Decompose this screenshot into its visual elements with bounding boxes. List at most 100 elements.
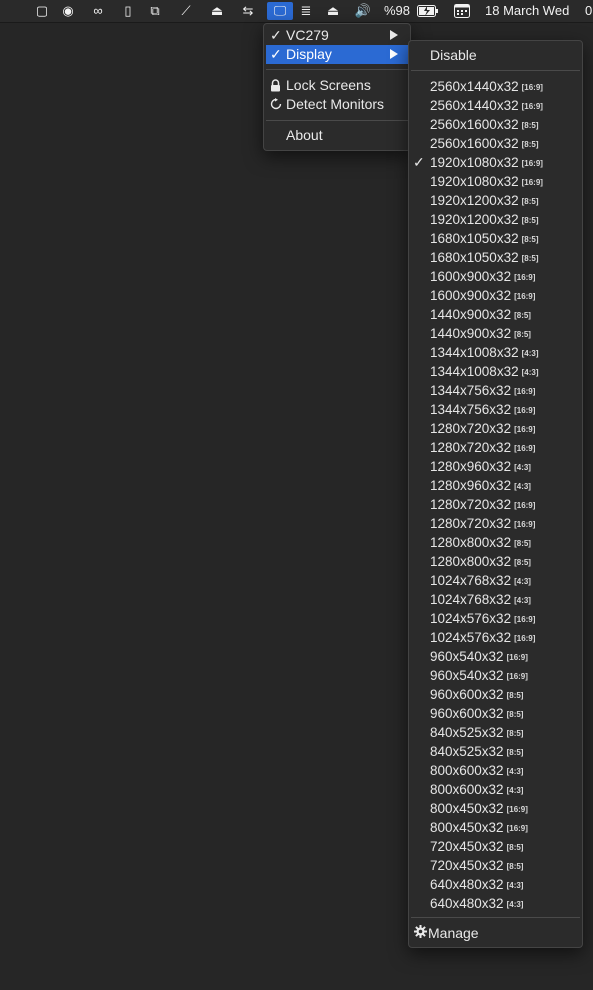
- resolution-value: 1920x1080x32: [430, 155, 519, 170]
- resolution-item[interactable]: 1024x576x32 [16:9]: [409, 609, 582, 628]
- battery-percentage[interactable]: %98: [384, 3, 410, 18]
- aspect-ratio-label: [16:9]: [521, 159, 543, 168]
- resolution-text: 1280x960x32 [4:3]: [430, 457, 531, 477]
- resolution-value: 1280x720x32: [430, 497, 512, 512]
- resolution-item[interactable]: 1280x800x32 [8:5]: [409, 552, 582, 571]
- menu-item-manage[interactable]: Manage: [414, 924, 479, 942]
- resolution-text: 1344x1008x32 [4:3]: [430, 362, 538, 382]
- resolution-item[interactable]: 2560x1600x32 [8:5]: [409, 115, 582, 134]
- resolution-item[interactable]: 1920x1200x32 [8:5]: [409, 191, 582, 210]
- aspect-ratio-label: [16:9]: [514, 387, 536, 396]
- resolution-text: 960x540x32 [16:9]: [430, 647, 528, 667]
- resolution-item[interactable]: 800x450x32 [16:9]: [409, 799, 582, 818]
- resolution-item[interactable]: 1344x1008x32 [4:3]: [409, 362, 582, 381]
- resolution-item[interactable]: 1280x720x32 [16:9]: [409, 438, 582, 457]
- menubar-date[interactable]: 18 March Wed: [485, 3, 569, 18]
- aspect-ratio-label: [4:3]: [514, 463, 531, 472]
- resolution-text: 1440x900x32 [8:5]: [430, 324, 531, 344]
- resolution-item[interactable]: 720x450x32 [8:5]: [409, 856, 582, 875]
- resolution-item[interactable]: 960x540x32 [16:9]: [409, 666, 582, 685]
- aspect-ratio-label: [16:9]: [514, 634, 536, 643]
- resolution-item[interactable]: 720x450x32 [8:5]: [409, 837, 582, 856]
- usb-icon[interactable]: ≣: [296, 2, 316, 20]
- aspect-ratio-label: [8:5]: [506, 729, 524, 738]
- resolution-item[interactable]: 960x600x32 [8:5]: [409, 685, 582, 704]
- record-icon[interactable]: ◉: [58, 2, 78, 20]
- resolution-item[interactable]: 1920x1200x32 [8:5]: [409, 210, 582, 229]
- menu-item-vc279[interactable]: ✓ VC279: [266, 26, 408, 45]
- menu-item-display[interactable]: ✓ Display: [266, 45, 408, 64]
- volume-icon[interactable]: 🔊: [353, 2, 373, 20]
- eject-icon[interactable]: ⏏: [323, 2, 343, 20]
- teamviewer-icon[interactable]: ⇆: [238, 2, 258, 20]
- resolution-value: 1280x720x32: [430, 421, 512, 436]
- resolution-value: 1024x576x32: [430, 630, 512, 645]
- resolution-item[interactable]: 2560x1440x32 [16:9]: [409, 77, 582, 96]
- resolution-item[interactable]: 800x450x32 [16:9]: [409, 818, 582, 837]
- display-icon[interactable]: 🖵: [267, 2, 293, 20]
- aspect-ratio-label: [4:3]: [506, 767, 524, 776]
- resolution-value: 1680x1050x32: [430, 250, 519, 265]
- menu-item-lock-screens[interactable]: Lock Screens: [266, 76, 408, 95]
- mouse-icon[interactable]: ▯: [118, 2, 138, 20]
- resolution-item[interactable]: 1344x756x32 [16:9]: [409, 381, 582, 400]
- resolution-item[interactable]: 960x540x32 [16:9]: [409, 647, 582, 666]
- resolution-item[interactable]: 1600x900x32 [16:9]: [409, 286, 582, 305]
- resolution-value: 1024x768x32: [430, 573, 512, 588]
- resolution-item[interactable]: 1024x768x32 [4:3]: [409, 590, 582, 609]
- resolution-text: 1024x576x32 [16:9]: [430, 628, 535, 648]
- resolution-value: 800x450x32: [430, 801, 504, 816]
- menu-separator: [411, 70, 580, 71]
- resolution-item[interactable]: 800x600x32 [4:3]: [409, 761, 582, 780]
- resolution-value: 2560x1600x32: [430, 136, 519, 151]
- resolution-item[interactable]: 960x600x32 [8:5]: [409, 704, 582, 723]
- calendar-icon[interactable]: [452, 2, 472, 20]
- resolution-item[interactable]: 800x600x32 [4:3]: [409, 780, 582, 799]
- resolution-item[interactable]: 1024x576x32 [16:9]: [409, 628, 582, 647]
- resolution-text: 960x540x32 [16:9]: [430, 666, 528, 686]
- resolution-item[interactable]: 840x525x32 [8:5]: [409, 742, 582, 761]
- resolution-item[interactable]: 1280x960x32 [4:3]: [409, 476, 582, 495]
- resolution-item[interactable]: 1280x960x32 [4:3]: [409, 457, 582, 476]
- menu-item-label: Detect Monitors: [286, 96, 385, 112]
- screen-share-icon[interactable]: ⧉: [145, 2, 165, 20]
- battery-charging-icon[interactable]: [416, 2, 440, 20]
- resolution-item[interactable]: 1600x900x32 [16:9]: [409, 267, 582, 286]
- resolution-item[interactable]: 1440x900x32 [8:5]: [409, 305, 582, 324]
- aspect-ratio-label: [4:3]: [514, 596, 531, 605]
- resolution-item[interactable]: 1280x720x32 [16:9]: [409, 514, 582, 533]
- resolution-item[interactable]: 640x480x32 [4:3]: [409, 875, 582, 894]
- aspect-ratio-label: [16:9]: [514, 425, 536, 434]
- resolution-item[interactable]: 1920x1080x32 [16:9]: [409, 172, 582, 191]
- aspect-ratio-label: [8:5]: [521, 140, 539, 149]
- resolution-item[interactable]: 1280x720x32 [16:9]: [409, 419, 582, 438]
- resolution-item[interactable]: ✓ 1920x1080x32 [16:9]: [409, 153, 582, 172]
- menu-item-label: VC279: [286, 27, 329, 43]
- menubar-time[interactable]: 0: [585, 3, 592, 18]
- resolution-item[interactable]: 840x525x32 [8:5]: [409, 723, 582, 742]
- resolution-item[interactable]: 2560x1440x32 [16:9]: [409, 96, 582, 115]
- resolution-item[interactable]: 1680x1050x32 [8:5]: [409, 229, 582, 248]
- resolution-text: 1280x800x32 [8:5]: [430, 533, 531, 553]
- square-icon[interactable]: ▢: [32, 2, 52, 20]
- menu-item-detect-monitors[interactable]: Detect Monitors: [266, 95, 408, 114]
- resolution-item[interactable]: 1280x720x32 [16:9]: [409, 495, 582, 514]
- resolution-item[interactable]: 1344x756x32 [16:9]: [409, 400, 582, 419]
- resolution-text: 1344x756x32 [16:9]: [430, 381, 535, 401]
- resolution-item[interactable]: 1280x800x32 [8:5]: [409, 533, 582, 552]
- creative-cloud-icon[interactable]: ∞: [88, 2, 108, 20]
- resolution-item[interactable]: 2560x1600x32 [8:5]: [409, 134, 582, 153]
- airplay-icon[interactable]: ⏏: [207, 2, 227, 20]
- resolution-item[interactable]: 1440x900x32 [8:5]: [409, 324, 582, 343]
- resolution-text: 800x450x32 [16:9]: [430, 799, 528, 819]
- wifi-signal-icon[interactable]: ⟋: [176, 2, 196, 20]
- resolution-item[interactable]: 1680x1050x32 [8:5]: [409, 248, 582, 267]
- menu-item-label: About: [286, 127, 323, 143]
- menu-item-disable[interactable]: Disable: [430, 46, 477, 64]
- resolution-item[interactable]: 640x480x32 [4:3]: [409, 894, 582, 913]
- aspect-ratio-label: [16:9]: [506, 824, 528, 833]
- resolution-item[interactable]: 1344x1008x32 [4:3]: [409, 343, 582, 362]
- menu-item-about[interactable]: About: [266, 126, 408, 145]
- resolution-text: 800x450x32 [16:9]: [430, 818, 528, 838]
- resolution-item[interactable]: 1024x768x32 [4:3]: [409, 571, 582, 590]
